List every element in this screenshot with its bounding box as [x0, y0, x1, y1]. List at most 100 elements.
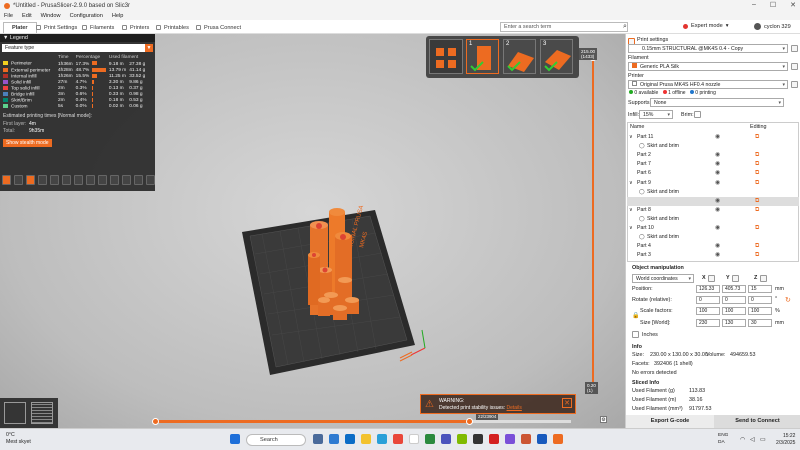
edit-icon[interactable]: ⧉: [755, 197, 759, 206]
volume-icon[interactable]: ◁: [750, 436, 755, 443]
move-slider-start-handle[interactable]: [152, 418, 159, 425]
warning-details-link[interactable]: Details: [507, 405, 522, 411]
object-list-item[interactable]: ∨ Part 10 ◉ ⧉: [627, 224, 799, 233]
mode-selector[interactable]: Expert mode ▾: [683, 23, 729, 29]
rotate-z-input[interactable]: 0: [748, 296, 772, 304]
edit-icon[interactable]: ⧉: [755, 224, 759, 233]
eye-icon[interactable]: ◉: [715, 160, 720, 169]
wipe-icon[interactable]: [14, 175, 23, 185]
tab-print-settings[interactable]: Print Settings: [36, 22, 77, 33]
outlook-icon[interactable]: [345, 434, 355, 444]
chrome-icon[interactable]: [393, 434, 403, 444]
chevron-down-icon[interactable]: ∨: [629, 206, 633, 215]
reset-rotation-icon[interactable]: ↻: [785, 296, 791, 304]
teams-icon[interactable]: [441, 434, 451, 444]
move-slider-rest[interactable]: [471, 420, 571, 423]
object-sub-item[interactable]: ◯ Skirt and brim: [627, 233, 799, 242]
object-sub-item[interactable]: ◯ Skirt and brim: [627, 142, 799, 151]
size-x-input[interactable]: 230: [696, 319, 720, 327]
clock[interactable]: 15:22 2/3/2025: [776, 433, 795, 446]
color-change-icon[interactable]: [74, 175, 83, 185]
object-list-item[interactable]: Part 4 ◉ ⧉: [627, 242, 799, 251]
eye-icon[interactable]: ◉: [715, 224, 720, 233]
prusaslicer-taskbar-icon[interactable]: [553, 434, 563, 444]
position-x-input[interactable]: 126.33: [696, 285, 720, 293]
menu-window[interactable]: Window: [41, 13, 61, 19]
plate-add-button[interactable]: [429, 39, 463, 74]
position-y-input[interactable]: 405.73: [722, 285, 746, 293]
object-list-item[interactable]: ∨ Part 8 ◉ ⧉: [627, 206, 799, 215]
brim-checkbox[interactable]: [694, 111, 701, 118]
size-y-input[interactable]: 130: [722, 319, 746, 327]
legend-row[interactable]: Custom 5s 0.0% 0.02 m 0.06 g: [3, 104, 148, 110]
eye-icon[interactable]: ◉: [715, 206, 720, 215]
edge-icon[interactable]: [377, 434, 387, 444]
export-gcode-button[interactable]: Export G-code: [626, 415, 714, 428]
red-app-icon[interactable]: [489, 434, 499, 444]
edit-icon[interactable]: ⧉: [755, 160, 759, 169]
travel-icon[interactable]: [2, 175, 11, 185]
filament-color-swatch[interactable]: [632, 63, 637, 68]
custom-gcode-icon[interactable]: [98, 175, 107, 185]
edit-print-icon[interactable]: [791, 45, 798, 52]
settings-gear-icon[interactable]: ⚙: [600, 416, 607, 423]
menu-configuration[interactable]: Configuration: [70, 13, 103, 19]
maximize-button[interactable]: ☐: [770, 1, 776, 9]
eye-icon[interactable]: ◉: [715, 169, 720, 178]
app-icon[interactable]: [457, 434, 467, 444]
print-bed[interactable]: ORIGINAL PRUSA MK4S: [200, 180, 430, 390]
taskbar-search[interactable]: Search: [246, 434, 306, 446]
scale-y-input[interactable]: 100: [722, 307, 746, 315]
plate-3[interactable]: 3: [540, 39, 573, 74]
close-icon[interactable]: ✕: [562, 398, 572, 408]
supports-select[interactable]: None ▾: [650, 98, 784, 107]
edit-icon[interactable]: ⧉: [755, 179, 759, 188]
print-profile-select[interactable]: 0.15mm STRUCTURAL @MK4S 0.4 - Copy ▾: [628, 44, 788, 53]
start-icon[interactable]: [230, 434, 240, 444]
eye-icon[interactable]: ◉: [715, 179, 720, 188]
tool-marker-icon[interactable]: [134, 175, 143, 185]
word-icon[interactable]: [537, 434, 547, 444]
deretraction-icon[interactable]: [38, 175, 47, 185]
object-list-item[interactable]: ∨ Part 9 ◉ ⧉: [627, 179, 799, 188]
widgets-icon[interactable]: [329, 434, 339, 444]
task-view-icon[interactable]: [313, 434, 323, 444]
object-list-item[interactable]: ◉ ⧉: [627, 196, 799, 206]
inches-checkbox[interactable]: [632, 331, 639, 338]
rotate-y-input[interactable]: 0: [722, 296, 746, 304]
seams-icon[interactable]: [50, 175, 59, 185]
drop-x-icon[interactable]: [708, 275, 715, 282]
weather-widget[interactable]: 0°C Mest skyet: [6, 432, 31, 445]
object-list-item[interactable]: Part 3 ◉ ⧉: [627, 251, 799, 260]
scale-x-input[interactable]: 100: [696, 307, 720, 315]
edit-printer-icon[interactable]: [791, 81, 798, 88]
3d-view-icon[interactable]: [4, 402, 26, 424]
eye-icon[interactable]: ◉: [715, 133, 720, 142]
coordinate-system-select[interactable]: World coordinates ▾: [632, 274, 694, 283]
object-list-item[interactable]: Part 6 ◉ ⧉: [627, 169, 799, 178]
menu-edit[interactable]: Edit: [22, 13, 32, 19]
edit-icon[interactable]: ⧉: [755, 133, 759, 142]
battery-icon[interactable]: ▭: [760, 436, 766, 443]
wifi-icon[interactable]: ◠: [740, 436, 745, 443]
eye-icon[interactable]: ◉: [715, 151, 720, 160]
stealth-mode-button[interactable]: Show stealth mode: [3, 138, 52, 147]
excel-icon[interactable]: [425, 434, 435, 444]
eye-icon[interactable]: ◉: [715, 242, 720, 251]
pause-icon[interactable]: [86, 175, 95, 185]
tool-change-icon[interactable]: [62, 175, 71, 185]
tab-filaments[interactable]: Filaments: [82, 22, 114, 33]
layer-slider[interactable]: [583, 47, 603, 397]
download-icon[interactable]: [146, 175, 155, 185]
menu-file[interactable]: File: [4, 13, 13, 19]
user-account[interactable]: cyclon 329: [754, 23, 791, 30]
minimize-button[interactable]: –: [752, 1, 756, 9]
acrobat-icon[interactable]: [521, 434, 531, 444]
shells-icon[interactable]: [122, 175, 131, 185]
onenote-icon[interactable]: [505, 434, 515, 444]
chevron-down-icon[interactable]: ∨: [629, 179, 633, 188]
center-of-gravity-icon[interactable]: [110, 175, 119, 185]
position-z-input[interactable]: 15: [748, 285, 772, 293]
rotate-x-input[interactable]: 0: [696, 296, 720, 304]
edit-icon[interactable]: ⧉: [755, 251, 759, 260]
